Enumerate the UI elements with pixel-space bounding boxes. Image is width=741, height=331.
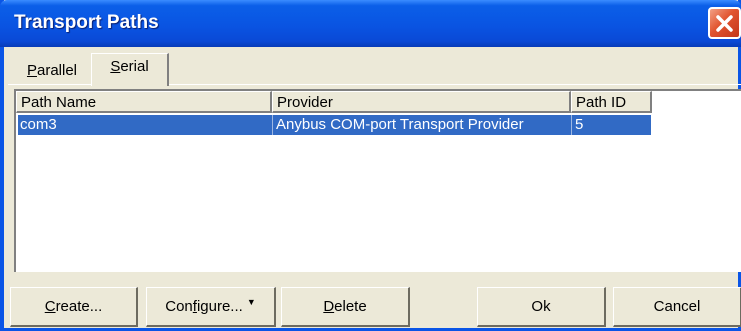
column-header-path-name[interactable]: Path Name xyxy=(16,91,272,113)
window-title: Transport Paths xyxy=(14,12,159,33)
delete-label: elete xyxy=(334,298,367,315)
tab-parallel-label: arallel xyxy=(36,62,78,79)
tab-parallel[interactable]: Parallel xyxy=(11,58,93,84)
ok-button[interactable]: Ok xyxy=(477,287,606,327)
close-button[interactable] xyxy=(708,7,741,39)
column-header-path-id[interactable]: Path ID xyxy=(571,91,652,113)
transport-paths-dialog: Transport Paths Parallel Serial Path Nam… xyxy=(0,0,741,331)
column-separator xyxy=(571,115,572,135)
dropdown-arrow-icon: ▼ xyxy=(246,296,256,307)
cell-provider: Anybus COM-port Transport Provider xyxy=(276,116,524,133)
create-label: reate... xyxy=(55,298,103,315)
ok-label: Ok xyxy=(531,298,551,315)
create-access-key: C xyxy=(44,298,56,315)
configure-label: igure... xyxy=(196,298,243,315)
cancel-label: Cancel xyxy=(653,298,701,315)
tab-serial[interactable]: Serial xyxy=(91,53,169,86)
tab-serial-label: erial xyxy=(120,58,149,75)
configure-button[interactable]: Con f igure... ▼ xyxy=(146,287,276,327)
transport-paths-list[interactable]: Path Name Provider Path ID com3 Anybus C… xyxy=(14,89,741,272)
title-bar[interactable]: Transport Paths xyxy=(0,0,741,47)
tab-serial-access-key: S xyxy=(110,58,121,75)
create-button[interactable]: Create... xyxy=(10,287,138,327)
cell-path-id: 5 xyxy=(575,116,584,133)
delete-access-key: D xyxy=(323,298,335,315)
close-icon xyxy=(716,14,733,32)
tab-parallel-access-key: P xyxy=(26,62,37,79)
table-row[interactable]: com3 Anybus COM-port Transport Provider … xyxy=(18,115,651,135)
column-header-provider[interactable]: Provider xyxy=(272,91,571,113)
delete-button[interactable]: Delete xyxy=(281,287,410,327)
configure-label-pre: Con xyxy=(165,298,193,315)
column-separator xyxy=(272,115,273,135)
cancel-button[interactable]: Cancel xyxy=(613,287,741,327)
cell-path-name: com3 xyxy=(20,116,57,133)
